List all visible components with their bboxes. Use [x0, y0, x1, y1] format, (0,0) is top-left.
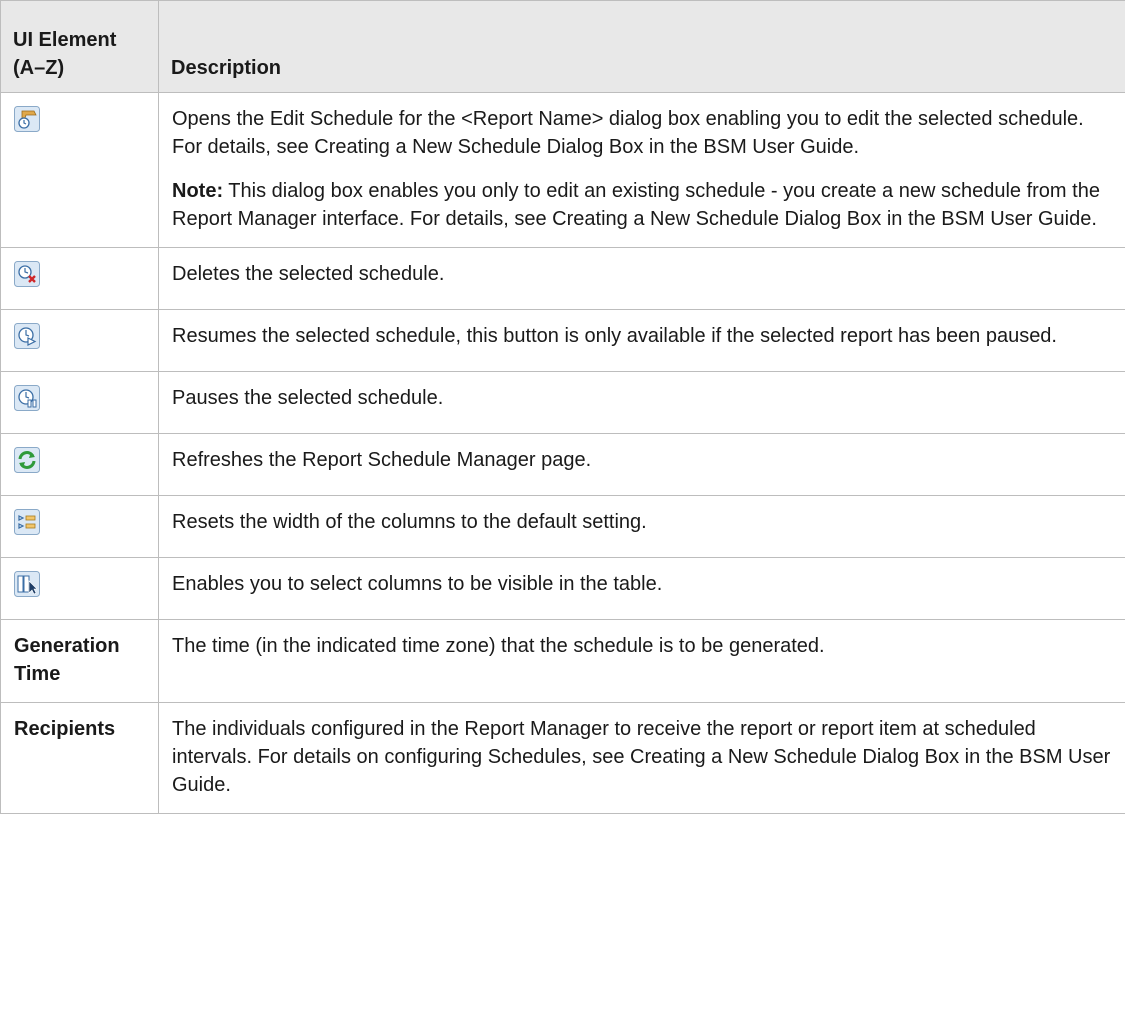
description-cell: Pauses the selected schedule. [158, 371, 1125, 434]
description-cell: The individuals configured in the Report… [158, 702, 1125, 814]
reset-columns-icon [14, 509, 40, 535]
table-row: Recipients The individuals configured in… [0, 702, 1125, 814]
ui-element-cell [0, 309, 159, 372]
resume-schedule-icon [14, 323, 40, 349]
description-cell: Deletes the selected schedule. [158, 247, 1125, 310]
select-columns-icon [14, 571, 40, 597]
ui-element-label: Generation Time [0, 619, 159, 703]
ui-elements-table: UI Element (A–Z) Description Opens the E… [0, 0, 1125, 814]
table-row: Enables you to select columns to be visi… [0, 557, 1125, 620]
header-ui-element: UI Element (A–Z) [0, 0, 159, 93]
note-label: Note: [172, 180, 224, 202]
ui-element-cell [0, 557, 159, 620]
ui-element-cell [0, 92, 159, 248]
table-row: Resets the width of the columns to the d… [0, 495, 1125, 558]
table-row: Generation Time The time (in the indicat… [0, 619, 1125, 703]
ui-element-cell [0, 247, 159, 310]
delete-schedule-icon [14, 261, 40, 287]
refresh-icon [14, 447, 40, 473]
edit-schedule-icon [14, 106, 40, 132]
ui-element-label: Recipients [0, 702, 159, 814]
ui-element-cell [0, 371, 159, 434]
description-cell: Resets the width of the columns to the d… [158, 495, 1125, 558]
note-text: This dialog box enables you only to edit… [172, 180, 1100, 230]
note-paragraph: Note: This dialog box enables you only t… [172, 177, 1112, 233]
pause-schedule-icon [14, 385, 40, 411]
description-cell: The time (in the indicated time zone) th… [158, 619, 1125, 703]
description-cell: Enables you to select columns to be visi… [158, 557, 1125, 620]
description-cell: Refreshes the Report Schedule Manager pa… [158, 433, 1125, 496]
table-header-row: UI Element (A–Z) Description [0, 0, 1125, 93]
description-cell: Resumes the selected schedule, this butt… [158, 309, 1125, 372]
ui-element-cell [0, 433, 159, 496]
table-row: Refreshes the Report Schedule Manager pa… [0, 433, 1125, 496]
table-row: Pauses the selected schedule. [0, 371, 1125, 434]
ui-element-cell [0, 495, 159, 558]
table-row: Resumes the selected schedule, this butt… [0, 309, 1125, 372]
description-cell: Opens the Edit Schedule for the <Report … [158, 92, 1125, 248]
table-row: Deletes the selected schedule. [0, 247, 1125, 310]
table-row: Opens the Edit Schedule for the <Report … [0, 92, 1125, 248]
header-description: Description [158, 0, 1125, 93]
description-text: Opens the Edit Schedule for the <Report … [172, 108, 1084, 158]
